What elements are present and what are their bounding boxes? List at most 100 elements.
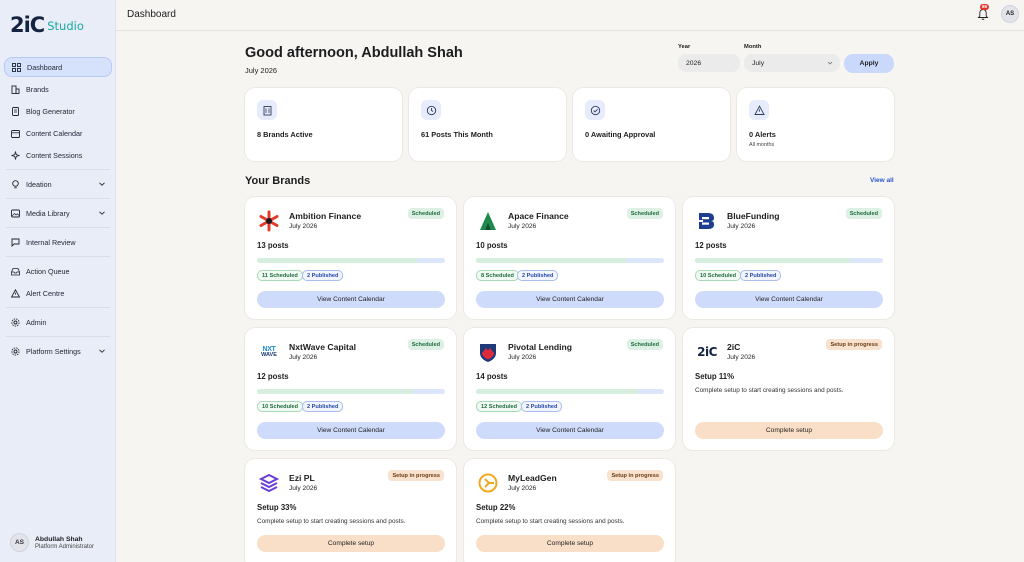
scheduled-chip: 10 Scheduled (695, 270, 742, 281)
stat-card-approval[interactable]: 0 Awaiting Approval (573, 88, 730, 161)
month-label: Month (744, 44, 762, 50)
sidebar-item-platform-settings[interactable]: Platform Settings (4, 341, 112, 361)
twoic-logo: 2iC (695, 340, 719, 364)
image-icon (10, 208, 20, 218)
status-badge: Setup in progress (388, 470, 444, 481)
nav-divider (6, 169, 110, 170)
brand-date: July 2026 (289, 223, 318, 230)
sidebar-item-label: Media Library (26, 208, 70, 218)
setup-description: Complete setup to start creating session… (257, 518, 406, 525)
sidebar-item-content-sessions[interactable]: Content Sessions (4, 145, 112, 165)
sidebar-item-action-queue[interactable]: Action Queue (4, 261, 112, 281)
brand-card[interactable]: Ambition Finance July 2026 Scheduled 13 … (245, 197, 456, 319)
stat-label: 0 Awaiting Approval (585, 130, 656, 139)
sidebar-item-ideation[interactable]: Ideation (4, 174, 112, 194)
avatar[interactable]: AS (1001, 5, 1019, 23)
brand-name: BlueFunding (727, 211, 780, 221)
view-calendar-button[interactable]: View Content Calendar (695, 291, 883, 308)
published-chip: 2 Published (302, 401, 344, 412)
complete-setup-button[interactable]: Complete setup (476, 535, 664, 552)
status-badge: Scheduled (845, 208, 882, 219)
stat-card-posts[interactable]: 61 Posts This Month (409, 88, 566, 161)
view-calendar-button[interactable]: View Content Calendar (476, 291, 664, 308)
sidebar-item-admin[interactable]: Admin (4, 312, 112, 332)
sidebar-item-label: Internal Review (26, 237, 76, 247)
logo-text: Studio (47, 19, 84, 33)
stat-card-alerts[interactable]: 0 Alerts All months (737, 88, 894, 161)
view-all-link[interactable]: View all (870, 177, 894, 184)
complete-setup-button[interactable]: Complete setup (695, 422, 883, 439)
nav-divider (6, 256, 110, 257)
brand-card[interactable]: Apace Finance July 2026 Scheduled 10 pos… (464, 197, 675, 319)
check-circle-icon (585, 100, 605, 120)
month-value: July (752, 59, 765, 67)
post-count: 14 posts (476, 372, 508, 381)
chevron-down-icon (99, 349, 105, 353)
warning-icon (749, 100, 769, 120)
view-calendar-button[interactable]: View Content Calendar (257, 422, 445, 439)
brand-card[interactable]: Pivotal Lending July 2026 Scheduled 14 p… (464, 328, 675, 450)
inbox-icon (10, 266, 20, 276)
clock-icon (421, 100, 441, 120)
avatar: AS (10, 533, 29, 552)
brand-date: July 2026 (289, 485, 318, 492)
month-select[interactable]: July (744, 54, 840, 72)
page-period: July 2026 (245, 66, 278, 75)
sidebar-item-media-library[interactable]: Media Library (4, 203, 112, 223)
buildings-icon (10, 84, 20, 94)
sidebar-item-label: Action Queue (26, 266, 70, 276)
stat-label: 8 Brands Active (257, 130, 313, 139)
published-chip: 2 Published (521, 401, 563, 412)
post-progress-bar (257, 258, 445, 263)
sidebar-item-label: Blog Generator (26, 106, 75, 116)
sidebar-item-content-calendar[interactable]: Content Calendar (4, 123, 112, 143)
year-label: Year (678, 44, 691, 50)
view-calendar-button[interactable]: View Content Calendar (257, 291, 445, 308)
view-calendar-button[interactable]: View Content Calendar (476, 422, 664, 439)
status-badge: Scheduled (407, 208, 444, 219)
status-badge: Setup in progress (826, 339, 882, 350)
sidebar-item-label: Admin (26, 317, 47, 327)
lightbulb-icon (10, 179, 20, 189)
brand-card[interactable]: Ezi PL July 2026 Setup in progress Setup… (245, 459, 456, 562)
sidebar-item-label: Content Calendar (26, 128, 83, 138)
notification-badge: 86 (980, 4, 990, 10)
apace-finance-logo (476, 209, 500, 233)
pivotal-lending-logo (476, 340, 500, 364)
post-count: 12 posts (695, 241, 727, 250)
brand-name: Apace Finance (508, 211, 569, 221)
nav-divider (6, 307, 110, 308)
chat-icon (10, 237, 20, 247)
sidebar-item-alert-centre[interactable]: Alert Centre (4, 283, 112, 303)
brand-card[interactable]: MyLeadGen July 2026 Setup in progress Se… (464, 459, 675, 562)
logo-text: 2iC (697, 345, 717, 359)
logo-mark: 2iC (10, 13, 45, 37)
stat-card-brands[interactable]: 8 Brands Active (245, 88, 402, 161)
warning-icon (10, 288, 20, 298)
brand-card[interactable]: 2iC 2iC July 2026 Setup in progress Setu… (683, 328, 894, 450)
sidebar-item-label: Dashboard (27, 62, 63, 72)
setup-progress: Setup 22% (476, 503, 516, 512)
brand-card[interactable]: NXT WAVE NxtWave Capital July 2026 Sched… (245, 328, 456, 450)
brand-card[interactable]: BlueFunding July 2026 Scheduled 12 posts… (683, 197, 894, 319)
sidebar: 2iC Studio Dashboard Brands Blog Generat… (0, 0, 116, 562)
sidebar-item-blog-generator[interactable]: Blog Generator (4, 101, 112, 121)
calendar-icon (10, 128, 20, 138)
page-title: Good afternoon, Abdullah Shah (245, 45, 463, 61)
apply-button[interactable]: Apply (844, 54, 894, 73)
brand-date: July 2026 (727, 354, 756, 361)
user-profile[interactable]: AS Abdullah Shah Platform Administrator (10, 533, 94, 552)
post-progress-bar (476, 258, 664, 263)
scheduled-chip: 11 Scheduled (257, 270, 303, 281)
sidebar-item-internal-review[interactable]: Internal Review (4, 232, 112, 252)
sidebar-item-dashboard[interactable]: Dashboard (4, 57, 112, 77)
user-name: Abdullah Shah (35, 535, 83, 543)
brand-date: July 2026 (508, 354, 537, 361)
year-field[interactable]: 2026 (678, 54, 740, 72)
sidebar-item-brands[interactable]: Brands (4, 79, 112, 99)
brand-name: Ambition Finance (289, 211, 362, 221)
logo[interactable]: 2iC Studio (10, 12, 84, 38)
scheduled-chip: 8 Scheduled (476, 270, 519, 281)
post-count: 10 posts (476, 241, 508, 250)
complete-setup-button[interactable]: Complete setup (257, 535, 445, 552)
